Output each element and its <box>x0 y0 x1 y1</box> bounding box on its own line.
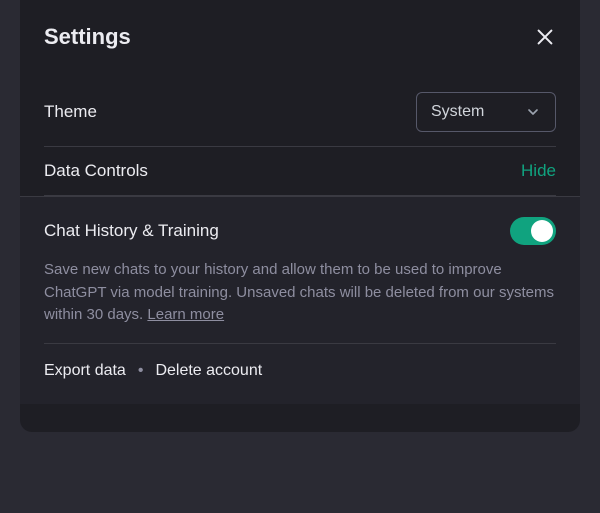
chat-history-toggle[interactable] <box>510 217 556 245</box>
modal-header: Settings <box>44 24 556 50</box>
chat-history-header: Chat History & Training <box>44 217 556 245</box>
chat-history-title: Chat History & Training <box>44 221 219 241</box>
data-actions: Export data • Delete account <box>44 362 556 380</box>
separator-dot: • <box>138 362 144 380</box>
delete-account-link[interactable]: Delete account <box>155 362 262 380</box>
chat-history-section: Chat History & Training Save new chats t… <box>20 196 580 404</box>
chat-history-description: Save new chats to your history and allow… <box>44 259 556 327</box>
close-button[interactable] <box>534 26 556 48</box>
theme-label: Theme <box>44 102 97 122</box>
data-controls-toggle[interactable]: Hide <box>521 161 556 181</box>
section-divider <box>44 343 556 344</box>
description-text: Save new chats to your history and allow… <box>44 261 554 323</box>
data-controls-row: Data Controls Hide <box>44 147 556 196</box>
theme-select[interactable]: System <box>416 92 556 132</box>
close-icon <box>534 26 556 48</box>
chevron-down-icon <box>525 104 541 120</box>
settings-modal: Settings Theme System Data Controls Hide… <box>20 0 580 432</box>
learn-more-link[interactable]: Learn more <box>147 306 224 323</box>
theme-select-value: System <box>431 103 484 121</box>
theme-row: Theme System <box>44 78 556 147</box>
export-data-link[interactable]: Export data <box>44 362 126 380</box>
toggle-knob <box>531 220 553 242</box>
data-controls-label: Data Controls <box>44 161 148 181</box>
page-title: Settings <box>44 24 131 50</box>
